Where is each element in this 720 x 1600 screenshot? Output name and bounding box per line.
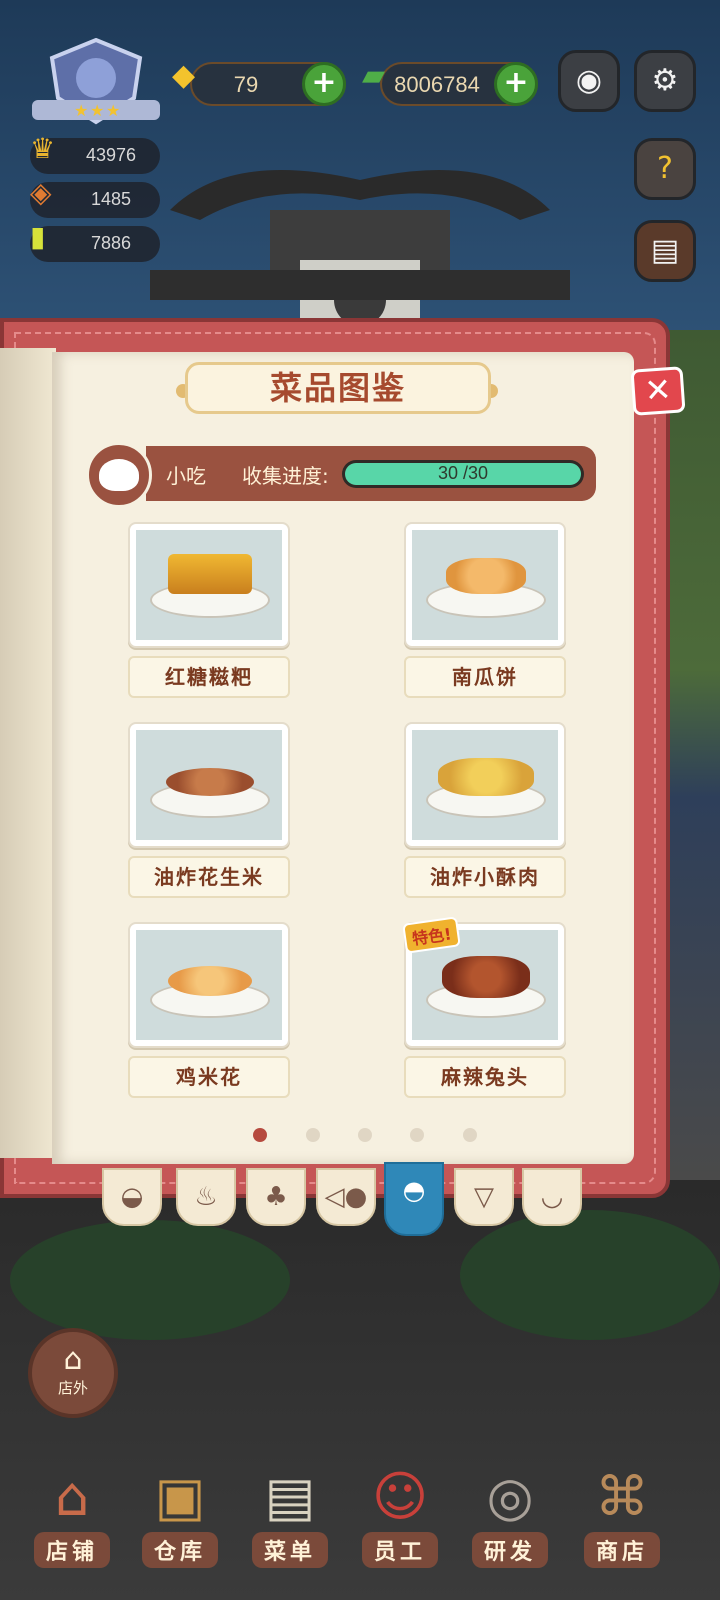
dish-name: 麻辣兔头	[404, 1056, 566, 1098]
camera-icon: ◉	[575, 63, 603, 98]
shop-icon: ⌂	[54, 1465, 90, 1528]
outside-store-label: 店外	[57, 1379, 88, 1397]
nav-label: 商店	[583, 1532, 660, 1568]
dish-name: 油炸小酥肉	[404, 856, 566, 898]
progress-label: 收集进度:	[242, 464, 329, 488]
stat-reputation-value: 43976	[85, 145, 137, 165]
svg-text:★: ★	[90, 101, 104, 120]
book-icon: ▤	[650, 233, 680, 268]
broccoli-icon: ♣	[264, 1182, 288, 1212]
dish-image	[442, 956, 530, 998]
dish-card[interactable]	[128, 922, 290, 1048]
dish-image	[166, 768, 254, 796]
dessert-icon: ◡	[540, 1182, 564, 1212]
stat-reputation: ♛ 43976	[30, 132, 160, 174]
bun-icon	[86, 442, 152, 508]
dish-card[interactable]	[404, 522, 566, 648]
dish-name: 南瓜饼	[404, 656, 566, 698]
tab-dessert[interactable]: ◡	[522, 1168, 582, 1226]
page-dot[interactable]	[253, 1128, 267, 1142]
tab-seafood[interactable]: ◁●	[316, 1168, 376, 1226]
cash-count: 8006784	[394, 72, 480, 97]
cash-currency: 8006784 +	[380, 62, 538, 106]
trophy-icon: ♛	[30, 132, 56, 165]
category-label: 小吃	[166, 464, 206, 488]
dish-name: 油炸花生米	[128, 856, 290, 898]
dish-name: 鸡米花	[128, 1056, 290, 1098]
add-cash-button[interactable]: +	[494, 62, 538, 106]
add-gems-button[interactable]: +	[302, 62, 346, 106]
nav-menu[interactable]: ▤ 菜单	[240, 1462, 340, 1582]
outside-store-button[interactable]: ⌂ 店外	[28, 1328, 118, 1418]
dish-image	[168, 966, 252, 996]
nav-label: 菜单	[251, 1532, 328, 1568]
gem-currency: 79 +	[190, 62, 346, 106]
tab-stir-fry[interactable]: ◒	[102, 1168, 162, 1226]
dish-card[interactable]	[404, 722, 566, 848]
nav-label: 研发	[471, 1532, 548, 1568]
tab-drinks[interactable]: ▽	[454, 1168, 514, 1226]
bun-icon: ◓	[402, 1176, 426, 1206]
house-icon: ⌂	[63, 1342, 83, 1377]
dish-image	[446, 558, 526, 594]
gem-count: 79	[233, 72, 259, 97]
tree-decoration	[10, 1220, 290, 1340]
fish-icon: ◁●	[324, 1182, 368, 1212]
svg-text:★: ★	[74, 101, 88, 120]
research-pot-icon: ◎	[486, 1465, 534, 1528]
dish-image	[168, 554, 252, 594]
nav-label: 员工	[361, 1532, 438, 1568]
panel-title: 菜品图鉴	[269, 369, 406, 407]
nav-shop[interactable]: ⌂ 店铺	[22, 1462, 122, 1582]
page-dot[interactable]	[463, 1128, 477, 1142]
nav-warehouse[interactable]: ▣ 仓库	[130, 1462, 230, 1582]
ticket-icon: ▮	[30, 220, 46, 253]
gear-icon: ⚙	[651, 63, 679, 98]
help-book-icon: ?	[657, 151, 673, 186]
camera-button[interactable]: ◉	[558, 50, 620, 112]
stat-tickets-value: 7886	[90, 233, 132, 253]
warehouse-icon: ▣	[154, 1465, 206, 1528]
settings-button[interactable]: ⚙	[634, 50, 696, 112]
wok-icon: ◒	[120, 1182, 144, 1212]
restaurant-rank-badge[interactable]: ★ ★ ★	[30, 38, 162, 128]
dish-card[interactable]	[128, 722, 290, 848]
help-book-button[interactable]: ?	[634, 138, 696, 200]
cash-icon: ▰	[362, 58, 386, 93]
nav-research[interactable]: ◎ 研发	[460, 1462, 560, 1582]
tab-snack[interactable]: ◓	[384, 1162, 444, 1236]
stat-tickets: ▮ 7886	[30, 220, 160, 262]
lantern-icon: ◈	[30, 176, 52, 209]
stat-customers-value: 1485	[90, 189, 132, 209]
close-button[interactable]: ✕	[630, 366, 686, 416]
close-icon: ✕	[643, 370, 673, 410]
dish-card[interactable]	[128, 522, 290, 648]
dish-image	[438, 758, 534, 796]
nav-label: 店铺	[33, 1532, 110, 1568]
tab-meat[interactable]: ♨	[176, 1168, 236, 1226]
wine-glass-icon: ▽	[474, 1182, 494, 1212]
page-dot[interactable]	[306, 1128, 320, 1142]
gold-ingot-icon: ◆	[172, 58, 196, 93]
recipe-book-button[interactable]: ▤	[634, 220, 696, 282]
menu-clipboard-icon: ▤	[264, 1465, 316, 1528]
stat-customers: ◈ 1485	[30, 176, 160, 218]
book-spine	[0, 348, 56, 1158]
staff-icon: ☺	[371, 1465, 429, 1528]
nav-label: 仓库	[141, 1532, 218, 1568]
drumstick-icon: ♨	[194, 1182, 218, 1212]
page-dot[interactable]	[358, 1128, 372, 1142]
progress-text: 30 /30	[437, 463, 489, 483]
tab-vegetable[interactable]: ♣	[246, 1168, 306, 1226]
store-icon: ⌘	[595, 1465, 649, 1528]
svg-text:★: ★	[106, 101, 120, 120]
page-dot[interactable]	[410, 1128, 424, 1142]
nav-store[interactable]: ⌘ 商店	[572, 1462, 672, 1582]
dish-name: 红糖糍粑	[128, 656, 290, 698]
tree-decoration	[460, 1210, 720, 1340]
nav-staff[interactable]: ☺ 员工	[350, 1462, 450, 1582]
panel-title-plate: 菜品图鉴	[185, 362, 491, 414]
